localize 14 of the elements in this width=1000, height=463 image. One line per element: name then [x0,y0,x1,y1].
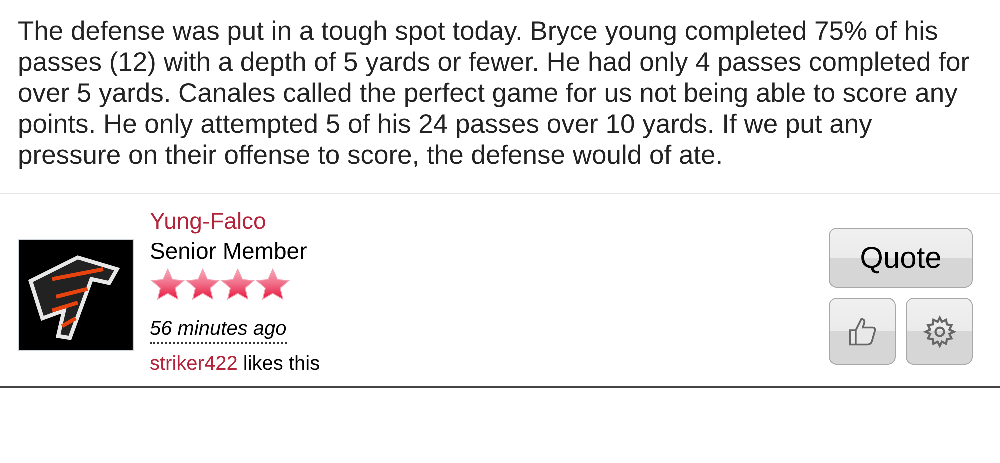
likes-text: striker422 likes this [150,352,320,377]
settings-button[interactable] [906,298,973,365]
star-icon [150,268,186,302]
star-icon [255,268,291,302]
like-button[interactable] [829,298,896,365]
post-text: The defense was put in a tough spot today. Bryce young completed 75% of his passes (12) with a depth of 5 yards or fewer. He had only 4 passes completed for over 5 yards. Canales called the perfect game for us not being able to score any points. He only attempted 5 of his 24 passes over 10 yards. If we put any pressure on their offense to score, the defense would of ate. [18,16,971,171]
post-time: 56 minutes ago [150,316,287,344]
star-icon [220,268,256,302]
star-icon [185,268,221,302]
quote-button[interactable]: Quote [829,228,973,288]
author-rank: Senior Member [150,237,308,266]
author-name[interactable]: Yung-Falco [150,206,320,236]
settings-icon [922,314,956,348]
user-link[interactable]: striker422 [150,353,238,375]
